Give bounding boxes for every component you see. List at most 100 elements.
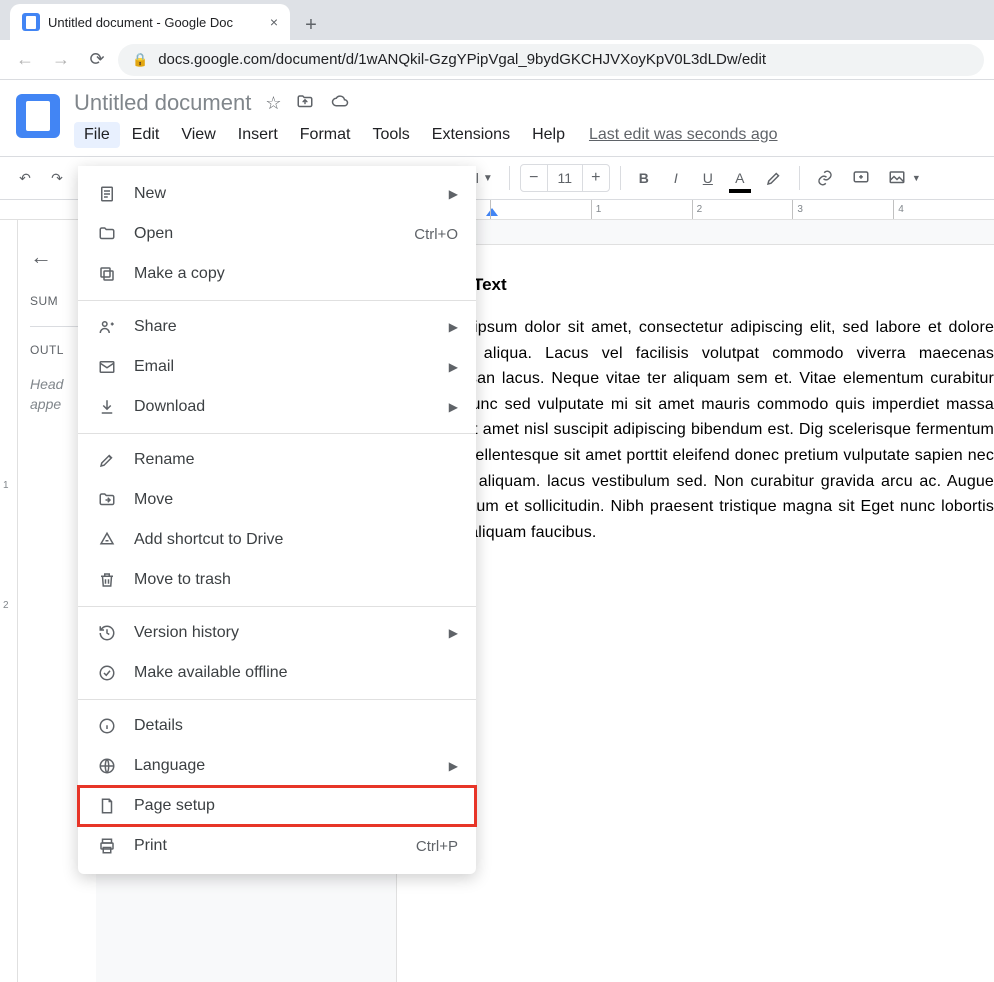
menu-make-copy[interactable]: Make a copy [78,254,476,294]
docs-logo[interactable] [16,94,60,138]
offline-icon [96,664,118,682]
insert-link-button[interactable] [810,164,840,192]
outline-label: OUTL [30,343,84,357]
italic-button[interactable]: I [663,164,689,192]
insert-image-button[interactable]: ▼ [882,164,927,192]
menu-extensions[interactable]: Extensions [422,122,520,148]
url-box[interactable]: 🔒 docs.google.com/document/d/1wANQkil-Gz… [118,44,984,76]
chevron-right-icon: ▶ [449,187,458,201]
font-size-decrease[interactable]: − [521,169,547,187]
document-title[interactable]: Untitled document [74,90,251,116]
share-icon [96,318,118,336]
menu-version-history[interactable]: Version history ▶ [78,613,476,653]
docs-header: Untitled document ☆ File Edit View Inser… [0,80,994,148]
font-size-stepper: − 11 + [520,164,610,192]
redo-button[interactable]: ↷ [44,164,70,192]
move-folder-icon[interactable] [295,93,315,114]
browser-tab-strip: Untitled document - Google Doc × + [0,0,994,40]
undo-button[interactable]: ↶ [12,164,38,192]
shortcut-label: Ctrl+P [416,838,458,855]
bold-button[interactable]: B [631,164,657,192]
chevron-right-icon: ▶ [449,759,458,773]
menu-download[interactable]: Download ▶ [78,387,476,427]
browser-tab[interactable]: Untitled document - Google Doc × [10,4,290,40]
menu-format[interactable]: Format [290,122,361,148]
divider [30,326,84,327]
copy-icon [96,265,118,283]
globe-icon [96,757,118,775]
star-icon[interactable]: ☆ [265,93,281,114]
menu-move-to-trash[interactable]: Move to trash [78,560,476,600]
outline-hint: Head appe [30,375,84,414]
menu-email[interactable]: Email ▶ [78,347,476,387]
new-tab-button[interactable]: + [296,10,326,40]
add-comment-button[interactable] [846,164,876,192]
file-menu-dropdown: New ▶ Open Ctrl+O Make a copy Share ▶ Em… [78,166,476,874]
text-color-button[interactable]: A [727,164,753,192]
page-icon [96,797,118,815]
tab-title: Untitled document - Google Doc [48,15,233,30]
document-page[interactable]: Demo Text Lorem ipsum dolor sit amet, co… [396,244,994,982]
move-icon [96,491,118,509]
menu-move[interactable]: Move [78,480,476,520]
drive-shortcut-icon [96,531,118,549]
last-edit-link[interactable]: Last edit was seconds ago [589,126,778,144]
separator [620,166,621,190]
font-size-value[interactable]: 11 [547,165,583,191]
menu-share[interactable]: Share ▶ [78,307,476,347]
highlight-button[interactable] [759,164,789,192]
ruler-tick [490,200,591,219]
separator [799,166,800,190]
menu-offline[interactable]: Make available offline [78,653,476,693]
cloud-status-icon[interactable] [329,93,351,114]
doc-body: Lorem ipsum dolor sit amet, consectetur … [421,315,994,545]
menu-rename[interactable]: Rename [78,440,476,480]
menu-new[interactable]: New ▶ [78,174,476,214]
ruler-tick: 4 [893,200,994,219]
email-icon [96,358,118,376]
info-icon [96,717,118,735]
close-tab-icon[interactable]: × [270,14,278,30]
chevron-right-icon: ▶ [449,360,458,374]
menu-language[interactable]: Language ▶ [78,746,476,786]
menu-details[interactable]: Details [78,706,476,746]
menu-tools[interactable]: Tools [362,122,419,148]
document-icon [96,185,118,203]
shortcut-label: Ctrl+O [414,226,458,243]
url-text: docs.google.com/document/d/1wANQkil-GzgY… [158,51,766,68]
menu-edit[interactable]: Edit [122,122,170,148]
menu-print[interactable]: Print Ctrl+P [78,826,476,866]
folder-icon [96,225,118,243]
separator [509,166,510,190]
vertical-ruler[interactable]: 1 2 [0,220,18,982]
menu-insert[interactable]: Insert [228,122,288,148]
doc-heading: Demo Text [421,275,994,295]
chevron-right-icon: ▶ [449,400,458,414]
docs-favicon [22,13,40,31]
back-button[interactable]: ← [10,45,40,75]
print-icon [96,837,118,855]
browser-address-bar: ← → ⟳ 🔒 docs.google.com/document/d/1wANQ… [0,40,994,80]
rename-icon [96,451,118,469]
reload-button[interactable]: ⟳ [82,45,112,75]
history-icon [96,624,118,642]
chevron-right-icon: ▶ [449,626,458,640]
ruler-tick: 2 [692,200,793,219]
collapse-outline-button[interactable]: ← [30,244,84,270]
menu-help[interactable]: Help [522,122,575,148]
menu-open[interactable]: Open Ctrl+O [78,214,476,254]
menu-add-shortcut[interactable]: Add shortcut to Drive [78,520,476,560]
underline-button[interactable]: U [695,164,721,192]
chevron-right-icon: ▶ [449,320,458,334]
menu-file[interactable]: File [74,122,120,148]
menu-page-setup[interactable]: Page setup [78,786,476,826]
ruler-tick: 1 [591,200,692,219]
font-size-increase[interactable]: + [583,169,609,187]
summary-label: SUM [30,294,84,308]
download-icon [96,398,118,416]
ruler-tick: 3 [792,200,893,219]
trash-icon [96,571,118,589]
forward-button[interactable]: → [46,45,76,75]
menubar: File Edit View Insert Format Tools Exten… [74,122,778,148]
menu-view[interactable]: View [171,122,225,148]
